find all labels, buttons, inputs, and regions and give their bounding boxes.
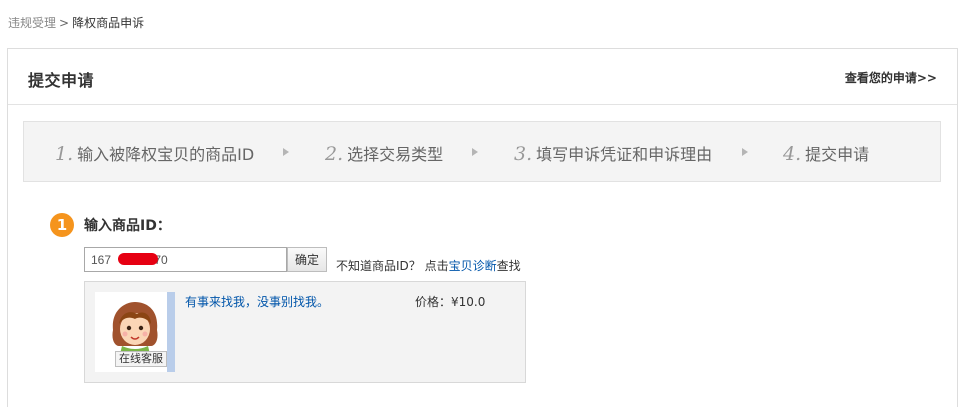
step-label: 填写申诉凭证和申诉理由 — [536, 145, 713, 164]
step-3: 3. 填写申诉凭证和申诉理由 — [514, 141, 712, 165]
page-title: 提交申请 — [28, 71, 95, 90]
step-indicator: 1. 输入被降权宝贝的商品ID 2. 选择交易类型 3. 填写申诉凭证和申诉理由 4.… — [23, 121, 941, 182]
hint-suffix: 查找 — [496, 259, 521, 273]
view-applications-link[interactable]: 查看您的申请>> — [845, 69, 937, 86]
appeal-panel: 提交申请 查看您的申请>> 1. 输入被降权宝贝的商品ID 2. 选择交易类型 3.… — [7, 48, 958, 407]
step-number: 4. — [783, 143, 802, 165]
arrow-right-icon — [283, 148, 289, 156]
item-diagnosis-link[interactable]: 宝贝诊断 — [449, 259, 497, 273]
redaction-mark — [118, 253, 158, 265]
step-label: 输入被降权宝贝的商品ID — [77, 145, 255, 164]
breadcrumb-separator: > — [59, 16, 70, 30]
customer-service-avatar-icon — [112, 302, 158, 354]
find-id-hint: 不知道商品ID？ 点击宝贝诊断查找 — [336, 257, 521, 274]
step-number: 2. — [325, 143, 344, 165]
product-price: 价格：¥10.0 — [415, 293, 485, 310]
avatar[interactable]: 在线客服 — [95, 292, 175, 372]
online-service-label: 在线客服 — [115, 351, 167, 367]
step-number-badge: 1 — [50, 213, 74, 237]
price-value: ¥10.0 — [451, 295, 486, 309]
confirm-button[interactable]: 确定 — [287, 247, 327, 272]
breadcrumb-current: 降权商品申诉 — [72, 16, 145, 30]
step-number: 1. — [55, 143, 74, 165]
step-4: 4. 提交申请 — [783, 141, 869, 165]
price-label: 价格： — [415, 295, 452, 309]
breadcrumb-link-violation[interactable]: 违规受理 — [8, 16, 56, 30]
hint-text: 不知道商品ID？ 点击 — [336, 259, 449, 273]
product-result-card: 在线客服 有事来找我，没事别找我。 价格：¥10.0 — [84, 281, 526, 383]
section-label: 输入商品ID： — [84, 218, 171, 234]
product-id-input[interactable] — [84, 247, 287, 272]
step-label: 提交申请 — [805, 145, 870, 164]
product-title-link[interactable]: 有事来找我，没事别找我。 — [185, 293, 329, 310]
arrow-right-icon — [472, 148, 478, 156]
breadcrumb: 违规受理 > 降权商品申诉 — [8, 14, 144, 31]
panel-header: 提交申请 查看您的申请>> — [8, 49, 957, 105]
step-1: 1. 输入被降权宝贝的商品ID — [55, 141, 254, 165]
step-label: 选择交易类型 — [347, 145, 444, 164]
step-number: 3. — [514, 143, 533, 165]
arrow-right-icon — [742, 148, 748, 156]
step-2: 2. 选择交易类型 — [325, 141, 443, 165]
